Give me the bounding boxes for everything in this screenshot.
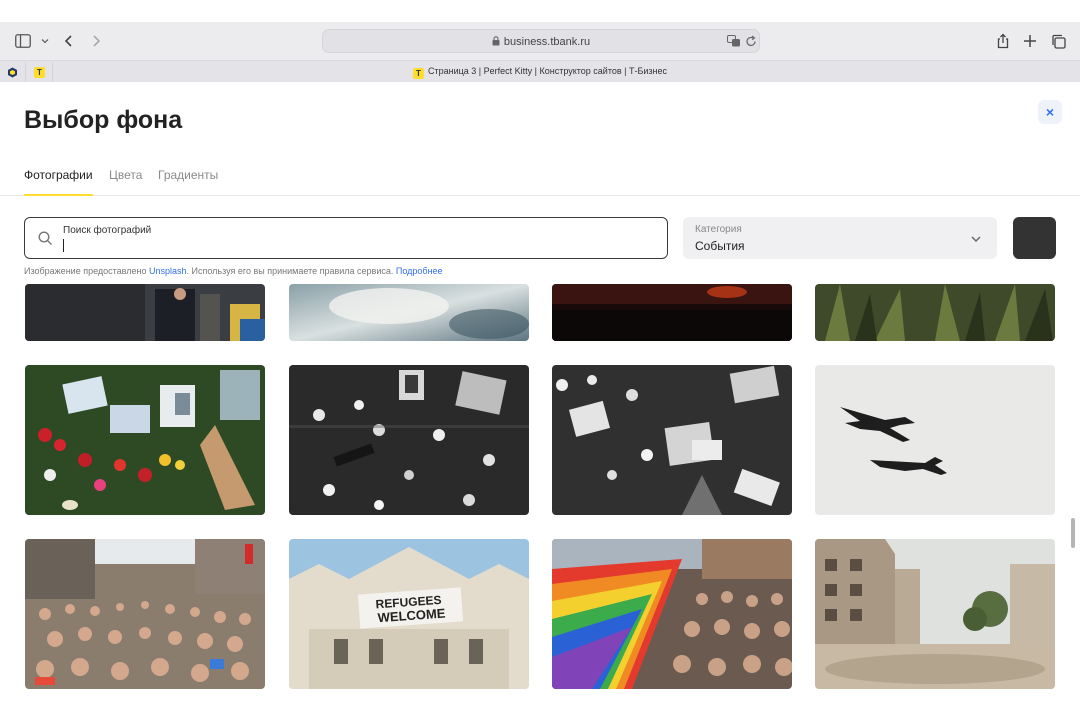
url-text: business.tbank.ru xyxy=(503,36,591,48)
reload-icon[interactable] xyxy=(745,35,757,53)
photo-green-grass[interactable] xyxy=(815,284,1055,341)
photo-memorial-bw[interactable] xyxy=(289,365,529,515)
search-icon xyxy=(38,231,53,251)
photo-rainbow-flag-crowd[interactable] xyxy=(552,539,792,689)
tab-bar: Т Т Страница 3 | Perfect Kitty | Конструк… xyxy=(0,60,1080,82)
chevron-down-icon xyxy=(970,232,982,250)
photo-refugees-welcome-banner[interactable]: REFUGEES WELCOME xyxy=(289,539,529,689)
unsplash-credit: Изображение предоставлено Unsplash. Испо… xyxy=(24,266,443,276)
more-link[interactable]: Подробнее xyxy=(396,266,443,276)
text-caret xyxy=(63,239,64,252)
photo-flowers-memorial-color[interactable] xyxy=(25,365,265,515)
category-select[interactable]: Категория События xyxy=(683,217,997,259)
tabs: Фотографии Цвета Градиенты xyxy=(0,160,1080,196)
background-picker-modal: Выбор фона × Фотографии Цвета Градиенты … xyxy=(0,82,1080,696)
category-label: Категория xyxy=(695,224,742,235)
color-swatch-button[interactable] xyxy=(1013,217,1056,259)
chevron-down-icon[interactable] xyxy=(35,31,55,51)
scrollbar-thumb[interactable] xyxy=(1071,518,1075,548)
active-tab[interactable]: Т Страница 3 | Perfect Kitty | Конструкто… xyxy=(0,61,1080,82)
photo-fire-night[interactable] xyxy=(552,284,792,341)
search-label: Поиск фотографий xyxy=(63,225,152,236)
photo-fighter-jets-sky[interactable] xyxy=(815,365,1055,515)
tbank-favicon-icon: Т xyxy=(412,68,424,79)
photo-grid: REFUGEES WELCOME xyxy=(0,284,1080,696)
modal-title: Выбор фона xyxy=(24,106,183,134)
sidebar-toggle-icon[interactable] xyxy=(13,31,33,51)
photo-destroyed-buildings-street[interactable] xyxy=(815,539,1055,689)
translate-icon[interactable] xyxy=(727,35,741,53)
photo-smoke-clouds[interactable] xyxy=(289,284,529,341)
photo-pride-march-crowd[interactable] xyxy=(25,539,265,689)
address-bar[interactable]: business.tbank.ru xyxy=(322,29,760,53)
browser-toolbar: business.tbank.ru xyxy=(0,22,1080,60)
tab-overview-icon[interactable] xyxy=(1048,31,1068,51)
bottom-strip xyxy=(0,696,1080,720)
tab-gradients[interactable]: Градиенты xyxy=(158,168,218,196)
forward-icon[interactable] xyxy=(86,31,106,51)
lock-icon xyxy=(492,31,500,55)
unsplash-link[interactable]: Unsplash xyxy=(149,266,187,276)
share-icon[interactable] xyxy=(993,31,1013,51)
search-input[interactable]: Поиск фотографий xyxy=(24,217,668,259)
photo-protest-crowd-street[interactable] xyxy=(25,284,265,341)
back-icon[interactable] xyxy=(59,31,79,51)
new-tab-icon[interactable] xyxy=(1020,31,1040,51)
close-button[interactable]: × xyxy=(1038,100,1062,124)
browser-chrome: business.tbank.ru Т ТСтраница 3 | Perfe xyxy=(0,22,1080,82)
photo-flowers-memorial-bw[interactable] xyxy=(552,365,792,515)
address-text: business.tbank.ru xyxy=(323,30,759,54)
tab-colors[interactable]: Цвета xyxy=(109,168,142,196)
tab-title: Страница 3 | Perfect Kitty | Конструктор… xyxy=(427,66,667,76)
category-value: События xyxy=(695,239,745,253)
tab-photos[interactable]: Фотографии xyxy=(24,168,93,196)
